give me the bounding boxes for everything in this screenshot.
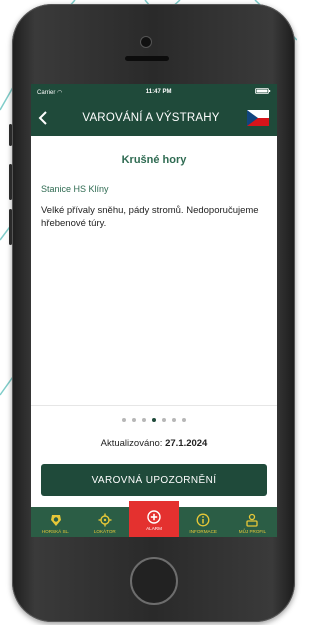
app-screen: Carrier ◠ 11:47 PM VAROVÁNÍ A VÝSTRAHY K… <box>31 84 277 537</box>
mountain-rescue-badge-icon <box>50 515 61 526</box>
chevron-left-icon <box>38 111 47 125</box>
tab-informace[interactable]: INFORMACE <box>179 507 228 537</box>
battery-icon <box>255 88 271 96</box>
warnings-button[interactable]: VAROVNÁ UPOZORNĚNÍ <box>41 464 267 496</box>
page-dot[interactable] <box>162 418 166 422</box>
status-time: 11:47 PM <box>145 89 172 95</box>
page-dot[interactable] <box>132 418 136 422</box>
warning-detail: Krušné hory Stanice HS Klíny Velké příva… <box>31 154 277 230</box>
page-dot[interactable] <box>172 418 176 422</box>
wifi-icon: ◠ <box>57 89 63 96</box>
back-button[interactable] <box>31 100 55 136</box>
updated-date: 27.1.2024 <box>165 438 208 449</box>
tab-label: MŮJ PROFIL <box>238 529 267 534</box>
tab-alarm[interactable]: ALARM <box>129 501 179 537</box>
warning-message: Velké přívaly sněhu, pády stromů. Nedopo… <box>41 205 259 229</box>
earpiece <box>125 56 169 61</box>
profile-icon <box>246 513 259 527</box>
page-dot[interactable] <box>122 418 126 422</box>
tab-label: INFORMACE <box>189 529 217 534</box>
page-indicator[interactable] <box>31 418 277 422</box>
carrier-label: Carrier ◠ <box>37 89 63 96</box>
front-camera <box>141 37 151 47</box>
tab-label: ALARM <box>146 526 162 531</box>
page-dot[interactable] <box>142 418 146 422</box>
home-button[interactable] <box>130 557 178 605</box>
updated-line: Aktualizováno: 27.1.2024 <box>31 438 277 449</box>
tab-label: LOKÁTOR <box>93 529 116 534</box>
page-dot[interactable] <box>182 418 186 422</box>
mute-switch <box>9 124 12 146</box>
czech-flag-icon[interactable] <box>247 110 269 126</box>
page-dot[interactable] <box>152 418 156 422</box>
info-icon <box>196 513 210 527</box>
locator-crosshair-icon <box>98 513 112 527</box>
status-bar: Carrier ◠ 11:47 PM <box>31 84 277 100</box>
page-title: VAROVÁNÍ A VÝSTRAHY <box>82 112 220 124</box>
divider <box>31 405 277 406</box>
tab-horska-sl[interactable]: HORSKÁ SL. <box>31 507 80 537</box>
updated-label: Aktualizováno: <box>100 438 163 449</box>
region-title: Krušné hory <box>121 154 187 166</box>
app-header: VAROVÁNÍ A VÝSTRAHY <box>31 100 277 136</box>
alarm-plus-icon <box>147 510 161 524</box>
tab-lokator[interactable]: LOKÁTOR <box>80 507 129 537</box>
volume-down-button <box>9 209 12 245</box>
volume-up-button <box>9 164 12 200</box>
tab-label: HORSKÁ SL. <box>41 529 70 534</box>
tab-muj-profil[interactable]: MŮJ PROFIL <box>228 507 277 537</box>
station-name: Stanice HS Klíny <box>41 184 109 194</box>
tab-bar: HORSKÁ SL. LOKÁTOR ALARM INFORMACE MŮJ P… <box>31 501 277 537</box>
